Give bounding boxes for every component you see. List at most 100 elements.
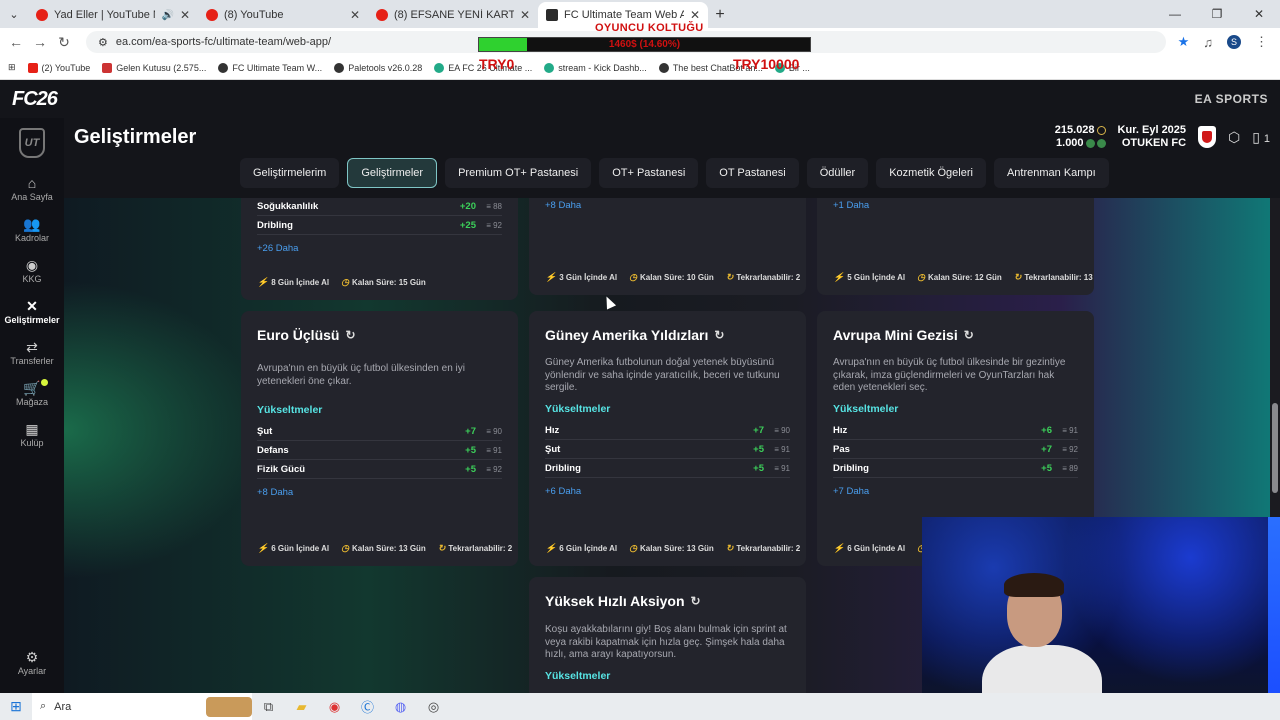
fc-logo: FC26 xyxy=(12,87,58,110)
close-tab-icon[interactable]: ✕ xyxy=(350,8,360,22)
globe-icon xyxy=(218,62,229,73)
bookmark-item[interactable]: FC Ultimate Team W... xyxy=(218,62,322,73)
minimize-icon[interactable]: — xyxy=(1154,0,1196,28)
browser-tab[interactable]: (8) EFSANE YENİ KARTLARLA A ✕ xyxy=(368,2,538,28)
back-icon[interactable]: ← xyxy=(4,34,28,50)
sidebar-item-evolutions[interactable]: ✕ Geliştirmeler xyxy=(0,291,64,332)
rivals-icon[interactable]: ⬡ xyxy=(1228,129,1240,146)
restore-icon[interactable]: ❐ xyxy=(1196,0,1238,28)
close-tab-icon[interactable]: ✕ xyxy=(180,8,190,22)
speaker-icon[interactable]: 🔊 xyxy=(161,10,173,21)
globe-icon xyxy=(334,62,345,73)
tab-premium-ot-plus[interactable]: Premium OT+ Pastanesi xyxy=(445,158,592,188)
bookmark-star-icon[interactable]: ★ xyxy=(1178,34,1190,50)
sidebar-item-transfers[interactable]: ⇄ Transferler xyxy=(0,332,64,373)
transfer-icon: ⇄ xyxy=(26,338,38,355)
file-explorer-icon[interactable]: ▰ xyxy=(285,693,318,720)
close-tab-icon[interactable]: ✕ xyxy=(690,8,700,22)
profile-avatar[interactable]: S xyxy=(1227,35,1241,49)
bookmark-item[interactable]: Paletools v26.0.28 xyxy=(334,62,422,73)
currency-display: 215.028 1.000 xyxy=(1055,124,1106,150)
browser-tab[interactable]: (8) YouTube ✕ xyxy=(198,2,368,28)
fc-points-icon xyxy=(1085,138,1095,148)
bookmarks-bar: ⊞ (2) YouTube Gelen Kutusu (2.575... FC … xyxy=(0,56,1280,80)
discord-icon[interactable]: ◍ xyxy=(384,693,417,720)
evolution-card-south-america[interactable]: Güney Amerika Yıldızları ↻ Güney Amerika … xyxy=(529,311,806,566)
lightning-icon: ⚡ xyxy=(545,272,557,282)
media-control-icon[interactable]: ♫ xyxy=(1203,35,1213,50)
menu-icon[interactable]: ⋮ xyxy=(1255,34,1268,50)
evolution-card-high-speed-action[interactable]: Yüksek Hızlı Aksiyon ↻ Koşu ayakkabıların… xyxy=(529,577,806,693)
upgrades-heading: Yükseltmeler xyxy=(545,669,611,682)
card-description: Güney Amerika futbolunun doğal yetenek b… xyxy=(545,357,780,393)
more-upgrades-link[interactable]: +8 Daha xyxy=(257,487,502,498)
more-upgrades-link[interactable]: +6 Daha xyxy=(545,486,790,497)
upgrades-heading: Yükseltmeler xyxy=(833,403,899,415)
more-upgrades-link[interactable]: +8 Daha xyxy=(545,200,790,211)
evolution-card-euro-trio[interactable]: Euro Üçlüsü ↻ Avrupa'nın en büyük üç futb… xyxy=(241,311,518,566)
tab-rewards[interactable]: Ödüller xyxy=(806,158,869,188)
evolution-card[interactable]: Soğukkanlılık +20 ≡ 88 Dribling +25 ≡ 92… xyxy=(241,198,518,300)
windows-start-icon[interactable]: ⊞ xyxy=(0,693,32,720)
tab-ot-plus[interactable]: OT+ Pastanesi xyxy=(599,158,699,188)
add-points-icon[interactable] xyxy=(1096,138,1106,148)
page-title: Geliştirmeler xyxy=(74,125,197,148)
chrome-icon[interactable]: ◉ xyxy=(318,693,351,720)
ut-logo: UT xyxy=(0,118,64,168)
repeat-icon: ↻ xyxy=(1013,272,1022,282)
notifications-icon[interactable]: ▯ 1 xyxy=(1252,129,1270,146)
sidebar-item-squads[interactable]: 👥 Kadrolar xyxy=(0,209,64,250)
apps-icon[interactable]: ⊞ xyxy=(8,62,16,73)
clock-icon: ◷ xyxy=(917,272,926,282)
gear-icon: ⚙ xyxy=(25,648,39,665)
card-title: Euro Üçlüsü ↻ xyxy=(257,327,356,343)
more-upgrades-link[interactable]: +1 Daha xyxy=(833,200,1078,211)
forward-icon[interactable]: → xyxy=(28,34,52,50)
sidebar-item-sbc[interactable]: ◉ KKG xyxy=(0,250,64,291)
search-placeholder: Ara xyxy=(54,700,72,713)
close-window-icon[interactable]: ✕ xyxy=(1238,0,1280,28)
lightning-icon: ⚡ xyxy=(257,543,269,553)
bookmark-item[interactable]: Gelen Kutusu (2.575... xyxy=(102,62,206,73)
notification-dot xyxy=(41,379,48,386)
browser-tab[interactable]: Yad Eller | YouTube Music 🔊 ✕ xyxy=(28,2,198,28)
youtube-icon xyxy=(206,9,218,21)
obs-icon[interactable]: ◎ xyxy=(417,693,450,720)
evolution-card[interactable]: +1 Daha ⚡ 5 Gün İçinde Al ◷ Kalan Süre: 12… xyxy=(817,198,1094,295)
tab-ot[interactable]: OT Pastanesi xyxy=(706,158,799,188)
sidebar-item-settings[interactable]: ⚙ Ayarlar xyxy=(0,642,64,683)
more-upgrades-link[interactable]: +26 Daha xyxy=(257,243,502,254)
site-info-icon[interactable]: ⚙ xyxy=(98,36,108,49)
more-upgrades-link[interactable]: +7 Daha xyxy=(833,486,1078,497)
kick-icon xyxy=(544,62,555,73)
tab-search-icon[interactable]: ⌄ xyxy=(0,0,28,28)
close-tab-icon[interactable]: ✕ xyxy=(520,8,530,22)
url-text: ea.com/ea-sports-fc/ultimate-team/web-ap… xyxy=(115,36,332,48)
youtube-music-icon xyxy=(36,9,48,21)
youtube-icon xyxy=(376,9,388,21)
objectives-icon: ✕ xyxy=(26,297,38,314)
evolution-card[interactable]: +8 Daha ⚡ 3 Gün İçinde Al ◷ Kalan Süre: 10… xyxy=(529,198,806,295)
scrollbar-thumb[interactable] xyxy=(1272,403,1278,493)
club-info: Kur. Eyl 2025 OTUKEN FC xyxy=(1118,124,1187,150)
sidebar-item-store[interactable]: 🛒 Mağaza xyxy=(0,373,64,414)
bookmark-item[interactable]: (2) YouTube xyxy=(27,62,90,73)
tab-evolutions[interactable]: Geliştirmeler xyxy=(347,158,438,188)
new-tab-button[interactable]: + xyxy=(708,2,732,28)
club-badge[interactable] xyxy=(1198,126,1217,148)
task-view-icon[interactable]: ⧉ xyxy=(252,693,285,720)
tab-my-evolutions[interactable]: Geliştirmelerim xyxy=(240,158,340,188)
taskbar-search[interactable]: ⌕ Ara xyxy=(32,693,252,720)
sidebar-item-club[interactable]: ▦ Kulüp xyxy=(0,414,64,455)
reload-icon[interactable]: ↻ xyxy=(52,34,76,51)
tab-cosmetics[interactable]: Kozmetik Ögeleri xyxy=(876,158,986,188)
card-footer: ⚡ 3 Gün İçinde Al ◷ Kalan Süre: 10 Gün ↻ Te… xyxy=(545,272,801,282)
card-footer: ⚡ 6 Gün İçinde Al ◷ Kalan Süre: 13 Gün ↻ Te… xyxy=(257,543,513,553)
app-c-icon[interactable]: Ⓒ xyxy=(351,693,384,720)
upgrade-row: Şut +7 ≡ 90 xyxy=(257,422,502,441)
sidebar-item-home[interactable]: ⌂ Ana Sayfa xyxy=(0,168,64,209)
card-footer: ⚡ 5 Gün İçinde Al ◷ Kalan Süre: 12 Gün ↻ Te… xyxy=(833,272,1093,282)
tab-training-camp[interactable]: Antrenman Kampı xyxy=(993,158,1109,188)
card-title: Avrupa Mini Gezisi ↻ xyxy=(833,327,974,343)
bookmark-item[interactable]: stream - Kick Dashb... xyxy=(544,62,647,73)
